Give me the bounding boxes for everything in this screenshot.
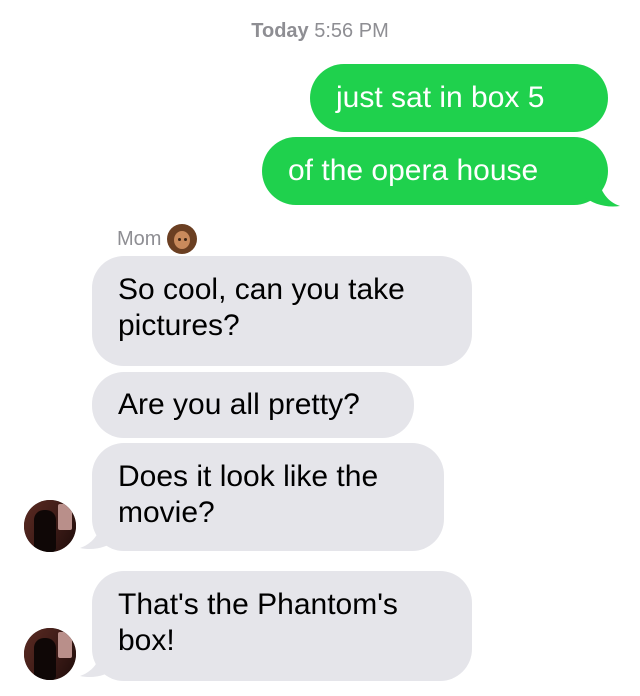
- incoming-message[interactable]: Are you all pretty?: [92, 372, 414, 438]
- sender-label: Mom: [117, 224, 198, 254]
- message-line: box!: [118, 624, 175, 657]
- incoming-bubble-tail: [80, 520, 116, 550]
- incoming-message[interactable]: So cool, can you take pictures?: [92, 256, 472, 366]
- outgoing-bubble-tail: [584, 176, 620, 207]
- contact-avatar[interactable]: [24, 628, 76, 680]
- incoming-bubble-tail: [80, 648, 116, 678]
- sender-name: Mom: [117, 227, 162, 250]
- message-line: Are you all pretty?: [118, 388, 360, 421]
- outgoing-message[interactable]: just sat in box 5: [310, 64, 608, 132]
- contact-avatar[interactable]: [24, 500, 76, 552]
- message-line: That's the Phantom's: [118, 588, 398, 621]
- message-line: pictures?: [118, 309, 240, 342]
- woman-emoji-icon: [167, 224, 198, 254]
- message-line: So cool, can you take: [118, 273, 405, 306]
- outgoing-message[interactable]: of the opera house: [262, 137, 608, 205]
- message-text: just sat in box 5: [336, 81, 545, 114]
- incoming-message[interactable]: Does it look like the movie?: [92, 443, 444, 551]
- timestamp-day: Today: [251, 20, 309, 42]
- message-line: Does it look like the: [118, 460, 379, 493]
- incoming-message[interactable]: That's the Phantom's box!: [92, 571, 472, 681]
- timestamp-time: 5:56 PM: [314, 20, 389, 42]
- message-line: movie?: [118, 496, 215, 529]
- conversation-timestamp: Today 5:56 PM: [0, 20, 640, 43]
- message-text: of the opera house: [288, 154, 539, 187]
